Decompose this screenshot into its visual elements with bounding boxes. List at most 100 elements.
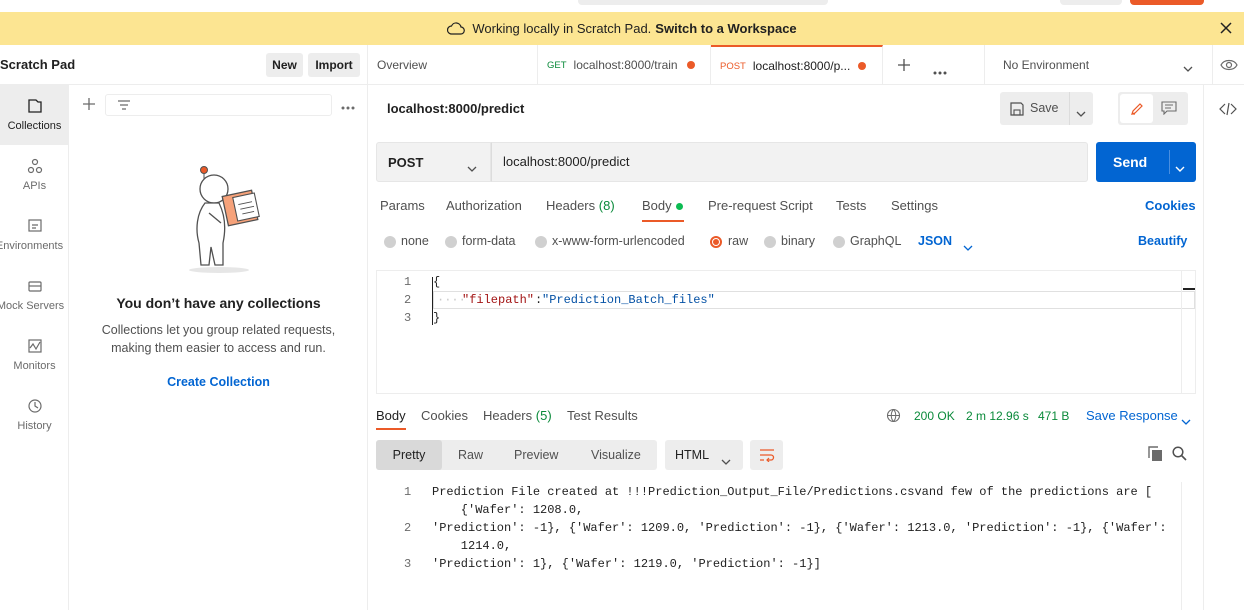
method-select[interactable]: POST bbox=[376, 142, 491, 182]
banner-text: Working locally in Scratch Pad. bbox=[472, 21, 652, 36]
close-icon[interactable] bbox=[1218, 20, 1234, 36]
upgrade-button-edge[interactable] bbox=[1130, 0, 1204, 5]
tab-authorization[interactable]: Authorization bbox=[446, 198, 522, 213]
url-input[interactable]: localhost:8000/predict bbox=[491, 142, 1088, 182]
request-title[interactable]: localhost:8000/predict bbox=[387, 101, 524, 116]
nav-mock-servers[interactable]: Mock Servers bbox=[0, 265, 69, 325]
tab-body[interactable]: Body bbox=[642, 198, 672, 213]
view-preview[interactable]: Preview bbox=[514, 440, 558, 470]
more-icon[interactable] bbox=[341, 98, 355, 113]
resp-tab-test-results[interactable]: Test Results bbox=[567, 408, 638, 423]
response-line: 'Prediction': -1}, {'Wafer': 1209.0, 'Pr… bbox=[432, 521, 1167, 535]
response-scrollbar[interactable] bbox=[1181, 482, 1195, 610]
tab-params[interactable]: Params bbox=[380, 198, 425, 213]
radio-raw[interactable] bbox=[710, 236, 722, 248]
editor-scrollbar[interactable] bbox=[1181, 271, 1182, 393]
tab-pre-request-script[interactable]: Pre-request Script bbox=[708, 198, 813, 213]
response-time[interactable]: 2 m 12.96 s bbox=[966, 409, 1029, 423]
response-view-group: Pretty Raw Preview Visualize bbox=[376, 440, 657, 470]
edit-icon[interactable] bbox=[1120, 94, 1153, 123]
response-size[interactable]: 471 B bbox=[1038, 409, 1069, 423]
copy-icon[interactable] bbox=[1148, 446, 1163, 465]
switch-workspace-link[interactable]: Switch to a Workspace bbox=[655, 21, 796, 36]
tab-label: Overview bbox=[377, 58, 428, 72]
resp-tab-headers[interactable]: Headers (5) bbox=[483, 408, 552, 423]
nav-label: Collections bbox=[7, 120, 62, 132]
nav-apis[interactable]: APIs bbox=[0, 145, 69, 205]
search-icon[interactable] bbox=[1172, 446, 1187, 464]
tab-tests[interactable]: Tests bbox=[836, 198, 866, 213]
beautify-link[interactable]: Beautify bbox=[1138, 234, 1187, 248]
radio-graphql[interactable] bbox=[833, 236, 845, 248]
response-status[interactable]: 200 OK bbox=[914, 409, 955, 423]
method-label: POST bbox=[720, 60, 746, 72]
plus-icon[interactable] bbox=[82, 97, 96, 114]
nav-monitors[interactable]: Monitors bbox=[0, 325, 69, 385]
radio-label: GraphQL bbox=[850, 234, 902, 248]
tab-options-icon[interactable] bbox=[933, 63, 947, 78]
code-icon[interactable] bbox=[1219, 102, 1237, 119]
radio-urlencoded[interactable] bbox=[535, 236, 547, 248]
save-button[interactable]: Save bbox=[1030, 101, 1059, 115]
sidebar-header: Scratch Pad New Import bbox=[0, 45, 368, 85]
raw-format-select[interactable]: JSON bbox=[918, 234, 952, 248]
save-button-group: Save bbox=[1000, 92, 1093, 125]
save-chevron-icon[interactable] bbox=[1076, 105, 1086, 120]
history-icon bbox=[27, 399, 42, 413]
nav-label: Environments bbox=[0, 240, 64, 252]
line-number: 2 bbox=[404, 521, 412, 535]
search-bar-edge[interactable] bbox=[578, 0, 828, 5]
empty-state-title: You don’t have any collections bbox=[116, 295, 321, 311]
tab-post-predict[interactable]: POST localhost:8000/p... bbox=[711, 45, 883, 85]
chevron-down-icon bbox=[721, 453, 731, 468]
radio-binary[interactable] bbox=[764, 236, 776, 248]
globe-icon[interactable] bbox=[886, 408, 901, 426]
save-response-button[interactable]: Save Response bbox=[1086, 408, 1178, 423]
line-number: 3 bbox=[404, 311, 412, 325]
scratch-pad-banner: Working locally in Scratch Pad. Switch t… bbox=[0, 12, 1244, 45]
view-pretty[interactable]: Pretty bbox=[376, 440, 442, 470]
radio-form-data[interactable] bbox=[445, 236, 457, 248]
tab-headers[interactable]: Headers (8) bbox=[546, 198, 615, 213]
create-collection-link[interactable]: Create Collection bbox=[69, 375, 368, 389]
response-format-select[interactable]: HTML bbox=[665, 440, 743, 470]
filter-icon bbox=[117, 99, 131, 114]
nav-history[interactable]: History bbox=[0, 385, 69, 445]
import-button[interactable]: Import bbox=[308, 53, 360, 77]
top-strip bbox=[0, 0, 1244, 12]
nav-label: Mock Servers bbox=[0, 300, 65, 312]
resp-tab-cookies[interactable]: Cookies bbox=[421, 408, 468, 423]
new-button[interactable]: New bbox=[266, 53, 303, 77]
wrap-lines-button[interactable] bbox=[750, 440, 783, 470]
environment-selector[interactable]: No Environment bbox=[984, 45, 1212, 85]
resp-tab-body[interactable]: Body bbox=[376, 408, 406, 423]
code-text: } bbox=[433, 311, 441, 325]
tab-overview[interactable]: Overview bbox=[368, 45, 538, 85]
header-button-edge[interactable] bbox=[1060, 0, 1122, 5]
send-chevron-icon[interactable] bbox=[1175, 159, 1185, 175]
nav-environments[interactable]: Environments bbox=[0, 205, 69, 265]
tab-settings[interactable]: Settings bbox=[891, 198, 938, 213]
new-tab-icon[interactable] bbox=[897, 58, 911, 75]
unsaved-dot bbox=[687, 61, 695, 69]
radio-none[interactable] bbox=[384, 236, 396, 248]
active-tab-underline bbox=[376, 428, 406, 430]
tab-get-train[interactable]: GET localhost:8000/train bbox=[538, 45, 711, 85]
divider bbox=[1169, 150, 1170, 174]
view-raw[interactable]: Raw bbox=[458, 440, 483, 470]
tab-label: Headers bbox=[546, 198, 596, 213]
apis-icon bbox=[27, 158, 42, 174]
tab-label: Headers bbox=[483, 408, 533, 423]
response-line: {'Wafer': 1208.0, bbox=[432, 503, 584, 517]
view-visualize[interactable]: Visualize bbox=[591, 440, 641, 470]
eye-icon[interactable] bbox=[1212, 45, 1244, 85]
cookies-link[interactable]: Cookies bbox=[1145, 198, 1196, 213]
filter-input[interactable] bbox=[105, 94, 332, 116]
chevron-down-icon bbox=[1183, 61, 1193, 75]
comment-icon[interactable] bbox=[1161, 101, 1177, 118]
send-button[interactable]: Send bbox=[1113, 154, 1147, 170]
cloud-off-icon bbox=[447, 22, 466, 35]
nav-collections[interactable]: Collections bbox=[0, 85, 69, 145]
tab-label: Body bbox=[642, 198, 672, 213]
request-body-editor[interactable]: 1 2 3 { ···· "filepath" : "Prediction_Ba… bbox=[376, 270, 1196, 394]
